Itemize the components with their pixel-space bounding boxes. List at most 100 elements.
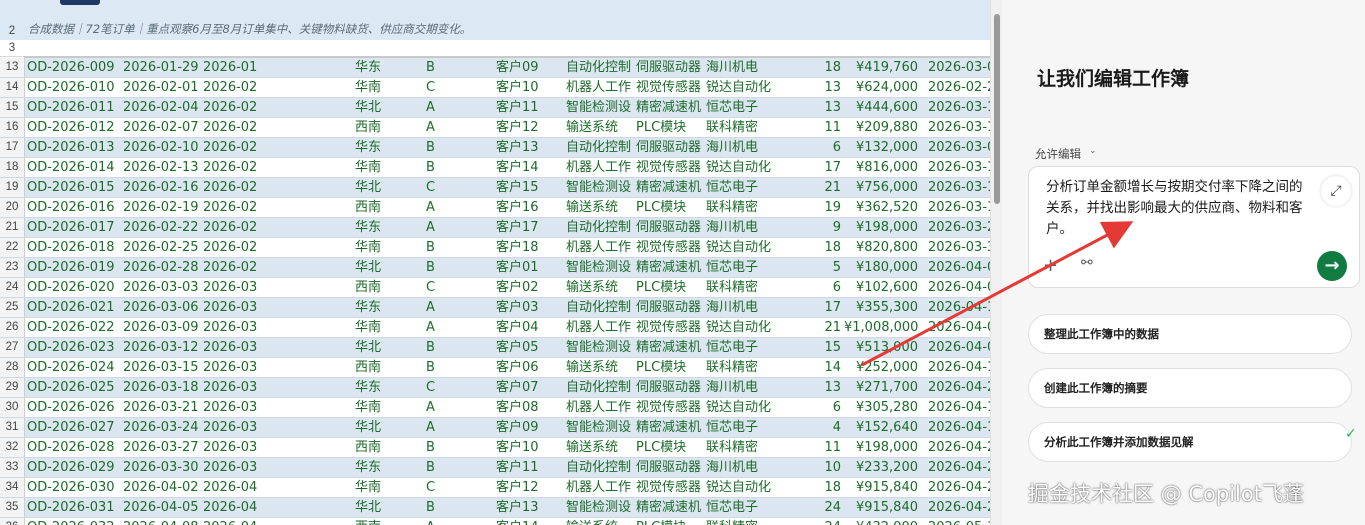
amount-cell[interactable]: ¥132,000 xyxy=(844,138,918,157)
category-cell[interactable]: 机器人工作 xyxy=(566,158,636,177)
supplier-cell[interactable]: 恒芯电子 xyxy=(706,98,781,117)
due-date-cell[interactable]: 2026-04-0 xyxy=(928,318,990,337)
order-id-cell[interactable]: OD-2026-025 xyxy=(27,378,123,397)
order-id-cell[interactable]: OD-2026-030 xyxy=(27,478,123,497)
row-header[interactable]: 15 xyxy=(0,98,25,117)
quantity-cell[interactable]: 18 xyxy=(800,238,841,257)
customer-cell[interactable]: 客户10 xyxy=(496,78,562,97)
order-date-cell[interactable]: 2026-03-24 xyxy=(123,418,203,437)
category-cell[interactable]: 自动化控制 xyxy=(566,218,636,237)
supplier-cell[interactable]: 恒芯电子 xyxy=(706,338,781,357)
material-cell[interactable]: 视觉传感器 xyxy=(636,238,706,257)
supplier-cell[interactable]: 恒芯电子 xyxy=(706,498,781,517)
month-cell[interactable]: 2026-04 xyxy=(203,498,279,517)
order-date-cell[interactable]: 2026-03-06 xyxy=(123,298,203,317)
order-date-cell[interactable]: 2026-02-28 xyxy=(123,258,203,277)
plus-icon[interactable]: + xyxy=(1043,255,1058,276)
category-cell[interactable]: 机器人工作 xyxy=(566,478,636,497)
category-cell[interactable]: 自动化控制 xyxy=(566,58,636,77)
row-header[interactable]: 2 xyxy=(0,22,24,40)
order-date-cell[interactable]: 2026-03-21 xyxy=(123,398,203,417)
amount-cell[interactable]: ¥915,840 xyxy=(844,498,918,517)
due-date-cell[interactable]: 2026-03-3 xyxy=(928,238,990,257)
table-row[interactable]: 22 OD-2026-018 2026-02-25 2026-02 华南 B 客户18 机器人… xyxy=(0,238,990,258)
order-id-cell[interactable]: OD-2026-020 xyxy=(27,278,123,297)
region-cell[interactable]: 华南 xyxy=(355,478,395,497)
material-cell[interactable]: 精密减速机 xyxy=(636,338,706,357)
table-row[interactable]: 30 OD-2026-026 2026-03-21 2026-03 华南 A 客户08 机器人… xyxy=(0,398,990,418)
due-date-cell[interactable]: 2026-04-0 xyxy=(928,338,990,357)
month-cell[interactable]: 2026-03 xyxy=(203,458,279,477)
order-date-cell[interactable]: 2026-04-05 xyxy=(123,498,203,517)
prompt-input[interactable]: 分析订单金额增长与按期交付率下降之间的关系，并找出影响最大的供应商、物料和客户。 xyxy=(1046,177,1314,240)
quantity-cell[interactable]: 17 xyxy=(800,158,841,177)
amount-cell[interactable]: ¥102,600 xyxy=(844,278,918,297)
order-id-cell[interactable]: OD-2026-027 xyxy=(27,418,123,437)
row-header[interactable]: 16 xyxy=(0,118,25,137)
customer-cell[interactable]: 客户12 xyxy=(496,478,562,497)
order-id-cell[interactable]: OD-2026-026 xyxy=(27,398,123,417)
table-row[interactable]: 34 OD-2026-030 2026-04-02 2026-04 华南 C 客户12 机器人… xyxy=(0,478,990,498)
row-header[interactable]: 29 xyxy=(0,378,25,397)
supplier-cell[interactable]: 海川机电 xyxy=(706,298,781,317)
table-row[interactable]: 24 OD-2026-020 2026-03-03 2026-03 西南 C 客户02 输送系… xyxy=(0,278,990,298)
order-id-cell[interactable]: OD-2026-011 xyxy=(27,98,123,117)
send-button[interactable]: → xyxy=(1317,251,1347,281)
order-date-cell[interactable]: 2026-02-16 xyxy=(123,178,203,197)
order-id-cell[interactable]: OD-2026-024 xyxy=(27,358,123,377)
due-date-cell[interactable]: 2026-02-2 xyxy=(928,78,990,97)
level-cell[interactable]: B xyxy=(426,438,446,457)
table-row[interactable]: 16 OD-2026-012 2026-02-07 2026-02 西南 A 客户12 输送系… xyxy=(0,118,990,138)
due-date-cell[interactable]: 2026-04-0 xyxy=(928,258,990,277)
supplier-cell[interactable]: 海川机电 xyxy=(706,218,781,237)
material-cell[interactable]: 精密减速机 xyxy=(636,418,706,437)
quantity-cell[interactable]: 24 xyxy=(800,518,841,525)
material-cell[interactable]: 伺服驱动器 xyxy=(636,58,706,77)
customer-cell[interactable]: 客户11 xyxy=(496,458,562,477)
region-cell[interactable]: 华东 xyxy=(355,378,395,397)
order-date-cell[interactable]: 2026-02-22 xyxy=(123,218,203,237)
order-date-cell[interactable]: 2026-01-29 xyxy=(123,58,203,77)
customer-cell[interactable]: 客户18 xyxy=(496,238,562,257)
month-cell[interactable]: 2026-02 xyxy=(203,218,279,237)
level-cell[interactable]: A xyxy=(426,98,446,117)
month-cell[interactable]: 2026-02 xyxy=(203,178,279,197)
amount-cell[interactable]: ¥915,840 xyxy=(844,478,918,497)
material-cell[interactable]: 伺服驱动器 xyxy=(636,138,706,157)
month-cell[interactable]: 2026-02 xyxy=(203,138,279,157)
order-id-cell[interactable]: OD-2026-029 xyxy=(27,458,123,477)
month-cell[interactable]: 2026-02 xyxy=(203,198,279,217)
level-cell[interactable]: A xyxy=(426,518,446,525)
due-date-cell[interactable]: 2026-04-2 xyxy=(928,378,990,397)
customer-cell[interactable]: 客户06 xyxy=(496,358,562,377)
row-header[interactable]: 30 xyxy=(0,398,25,417)
customer-cell[interactable]: 客户05 xyxy=(496,338,562,357)
supplier-cell[interactable]: 恒芯电子 xyxy=(706,418,781,437)
amount-cell[interactable]: ¥444,600 xyxy=(844,98,918,117)
due-date-cell[interactable]: 2026-04-1 xyxy=(928,358,990,377)
region-cell[interactable]: 华北 xyxy=(355,98,395,117)
row-header[interactable]: 28 xyxy=(0,358,25,377)
category-cell[interactable]: 输送系统 xyxy=(566,438,636,457)
region-cell[interactable]: 西南 xyxy=(355,198,395,217)
month-cell[interactable]: 2026-02 xyxy=(203,118,279,137)
table-row[interactable]: 20 OD-2026-016 2026-02-19 2026-02 西南 A 客户16 输送系… xyxy=(0,198,990,218)
supplier-cell[interactable]: 锐达自动化 xyxy=(706,398,781,417)
region-cell[interactable]: 华东 xyxy=(355,58,395,77)
level-cell[interactable]: B xyxy=(426,238,446,257)
order-id-cell[interactable]: OD-2026-010 xyxy=(27,78,123,97)
month-cell[interactable]: 2026-03 xyxy=(203,358,279,377)
order-date-cell[interactable]: 2026-02-25 xyxy=(123,238,203,257)
month-cell[interactable]: 2026-01 xyxy=(203,58,279,77)
order-id-cell[interactable]: OD-2026-023 xyxy=(27,338,123,357)
order-date-cell[interactable]: 2026-03-12 xyxy=(123,338,203,357)
category-cell[interactable]: 输送系统 xyxy=(566,198,636,217)
amount-cell[interactable]: ¥513,000 xyxy=(844,338,918,357)
month-cell[interactable]: 2026-03 xyxy=(203,398,279,417)
row-header[interactable]: 18 xyxy=(0,158,25,177)
level-cell[interactable]: A xyxy=(426,418,446,437)
level-cell[interactable]: C xyxy=(426,178,446,197)
order-date-cell[interactable]: 2026-02-04 xyxy=(123,98,203,117)
amount-cell[interactable]: ¥198,000 xyxy=(844,438,918,457)
customer-cell[interactable]: 客户03 xyxy=(496,298,562,317)
